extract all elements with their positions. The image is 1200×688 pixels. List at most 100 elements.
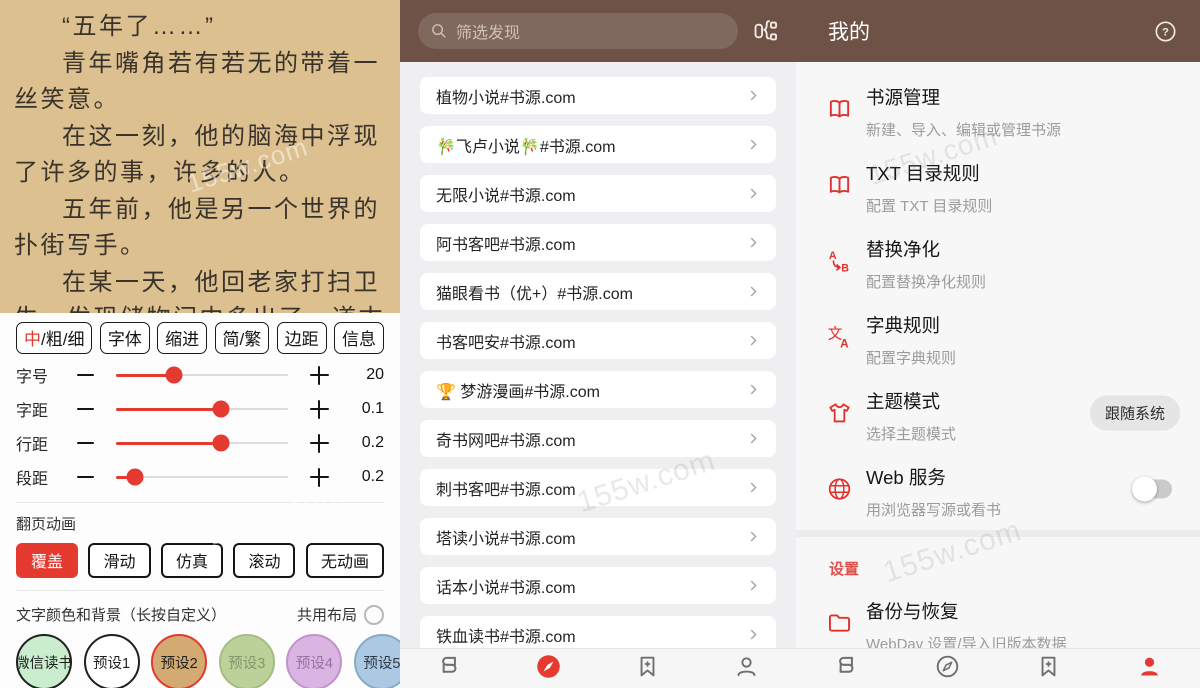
- profile-item-主题模式[interactable]: 主题模式选择主题模式跟随系统: [796, 375, 1200, 451]
- profile-nav-bookmark-add-tab[interactable]: [998, 653, 1099, 685]
- page-anim-option-5[interactable]: 无动画: [306, 543, 384, 578]
- slider-row-字距: 字距0.1: [16, 396, 384, 422]
- discover-nav-person-tab[interactable]: [697, 653, 796, 685]
- style-button-2[interactable]: 字体: [100, 322, 150, 354]
- profile-item-备份与恢复[interactable]: 备份与恢复WebDav 设置/导入旧版本数据: [796, 585, 1200, 648]
- search-icon: [429, 21, 449, 41]
- style-button-3[interactable]: 缩进: [157, 322, 207, 354]
- style-button-5[interactable]: 边距: [277, 322, 327, 354]
- source-list-item[interactable]: 塔读小说#书源.com: [420, 518, 776, 555]
- page-anim-option-2[interactable]: 滑动: [88, 543, 150, 578]
- plus-button[interactable]: [300, 466, 338, 488]
- minus-icon: [77, 442, 94, 445]
- reading-area[interactable]: “五年了……”青年嘴角若有若无的带着一丝笑意。在这一刻，他的脑海中浮现了许多的事…: [0, 0, 400, 313]
- page-anim-option-3[interactable]: 仿真: [161, 543, 223, 578]
- style-button-6[interactable]: 信息: [334, 322, 384, 354]
- bookshelf-icon: [436, 653, 463, 685]
- minus-button[interactable]: [66, 432, 104, 454]
- slider-track[interactable]: [116, 408, 288, 410]
- slider-thumb[interactable]: [166, 366, 183, 383]
- profile-item-subtitle: WebDav 设置/导入旧版本数据: [866, 633, 1080, 648]
- color-preset-6[interactable]: 预设5: [354, 634, 400, 688]
- profile-item-Web 服务[interactable]: Web 服务用浏览器写源或看书: [796, 451, 1200, 527]
- web-service-toggle[interactable]: [1136, 480, 1172, 499]
- slider-track[interactable]: [116, 442, 288, 444]
- profile-nav-bookshelf-tab[interactable]: [796, 653, 897, 685]
- slider-value: 0.2: [338, 468, 384, 486]
- source-list-item[interactable]: 书客吧安#书源.com: [420, 322, 776, 359]
- discover-nav-compass-tab[interactable]: [499, 653, 598, 685]
- slider-track[interactable]: [116, 476, 288, 478]
- divider: [16, 590, 384, 591]
- plus-icon: [310, 400, 329, 419]
- slider-label: 段距: [16, 465, 66, 489]
- slider-fill: [116, 442, 221, 445]
- style-button-1[interactable]: 中/粗/细: [16, 322, 92, 354]
- toggle-knob: [1132, 477, 1157, 502]
- shared-layout-radio[interactable]: [364, 605, 384, 625]
- profile-item-TXT 目录规则[interactable]: TXT 目录规则配置 TXT 目录规则: [796, 147, 1200, 223]
- source-list-item[interactable]: 奇书网吧#书源.com: [420, 420, 776, 457]
- svg-text:A: A: [840, 337, 849, 351]
- style-button-rest: /粗/细: [41, 330, 84, 349]
- minus-button[interactable]: [66, 398, 104, 420]
- source-list-item[interactable]: 无限小说#书源.com: [420, 175, 776, 212]
- plus-icon: [310, 468, 329, 487]
- page-anim-option-4[interactable]: 滚动: [233, 543, 295, 578]
- slider-row-字号: 字号20: [16, 362, 384, 388]
- theme-mode-badge[interactable]: 跟随系统: [1090, 396, 1180, 431]
- style-button-4[interactable]: 简/繁: [215, 322, 270, 354]
- chevron-right-icon: [745, 528, 762, 545]
- chevron-right-icon: [745, 577, 762, 594]
- minus-button[interactable]: [66, 364, 104, 386]
- chevron-right-icon: [745, 87, 762, 104]
- help-icon[interactable]: ?: [1153, 19, 1178, 44]
- slider-thumb[interactable]: [212, 434, 229, 451]
- profile-item-subtitle: 新建、导入、编辑或管理书源: [866, 119, 1080, 140]
- slider-thumb[interactable]: [212, 400, 229, 417]
- profile-item-书源管理[interactable]: 书源管理新建、导入、编辑或管理书源: [796, 71, 1200, 147]
- discover-nav-bookshelf-tab[interactable]: [400, 653, 499, 685]
- shared-layout-option[interactable]: 共用布局: [297, 604, 384, 625]
- slider-track[interactable]: [116, 374, 288, 376]
- source-list-item[interactable]: 阿书客吧#书源.com: [420, 224, 776, 261]
- color-presets: 微信读书预设1预设2预设3预设4 预设5: [16, 634, 400, 688]
- source-list-item[interactable]: 刺书客吧#书源.com: [420, 469, 776, 506]
- source-name: 塔读小说#书源.com: [436, 525, 745, 549]
- source-list-item[interactable]: 话本小说#书源.com: [420, 567, 776, 604]
- plus-button[interactable]: [300, 398, 338, 420]
- source-list-item[interactable]: 🏆 梦游漫画#书源.com: [420, 371, 776, 408]
- profile-item-字典规则[interactable]: 文A字典规则配置字典规则: [796, 299, 1200, 375]
- slider-label: 字号: [16, 363, 66, 387]
- color-preset-2[interactable]: 预设1: [84, 634, 140, 688]
- profile-nav-compass-tab[interactable]: [897, 653, 998, 685]
- profile-list: 书源管理新建、导入、编辑或管理书源TXT 目录规则配置 TXT 目录规则AB替换…: [796, 62, 1200, 648]
- compass-icon: [535, 653, 562, 685]
- svg-text:A: A: [829, 250, 837, 262]
- source-list-item[interactable]: 植物小说#书源.com: [420, 77, 776, 114]
- slider-thumb[interactable]: [126, 468, 143, 485]
- profile-item-title: Web 服务: [866, 464, 1080, 490]
- color-preset-1[interactable]: 微信读书: [16, 634, 72, 688]
- plus-button[interactable]: [300, 364, 338, 386]
- search-input[interactable]: 筛选发现: [418, 13, 738, 49]
- source-name: 话本小说#书源.com: [436, 574, 745, 598]
- page-anim-buttons: 覆盖滑动仿真滚动无动画: [16, 543, 384, 578]
- qr-scan-button[interactable]: [750, 15, 782, 47]
- color-preset-4[interactable]: 预设3: [219, 634, 275, 688]
- profile-nav-person-tab[interactable]: [1099, 653, 1200, 685]
- color-preset-3[interactable]: 预设2: [151, 634, 207, 688]
- profile-item-subtitle: 配置 TXT 目录规则: [866, 195, 1080, 216]
- source-list-item[interactable]: 🎋飞卢小说🎋#书源.com: [420, 126, 776, 163]
- page-anim-option-1[interactable]: 覆盖: [16, 543, 78, 578]
- minus-button[interactable]: [66, 466, 104, 488]
- profile-item-替换净化[interactable]: AB替换净化配置替换净化规则: [796, 223, 1200, 299]
- source-list-item[interactable]: 猫眼看书（优+）#书源.com: [420, 273, 776, 310]
- slider-value: 0.2: [338, 434, 384, 452]
- slider-label: 行距: [16, 431, 66, 455]
- discover-nav-bookmark-add-tab[interactable]: [598, 653, 697, 685]
- source-list-item[interactable]: 铁血读书#书源.com: [420, 616, 776, 648]
- plus-button[interactable]: [300, 432, 338, 454]
- book-open-icon: [826, 96, 853, 123]
- color-preset-5[interactable]: 预设4: [286, 634, 342, 688]
